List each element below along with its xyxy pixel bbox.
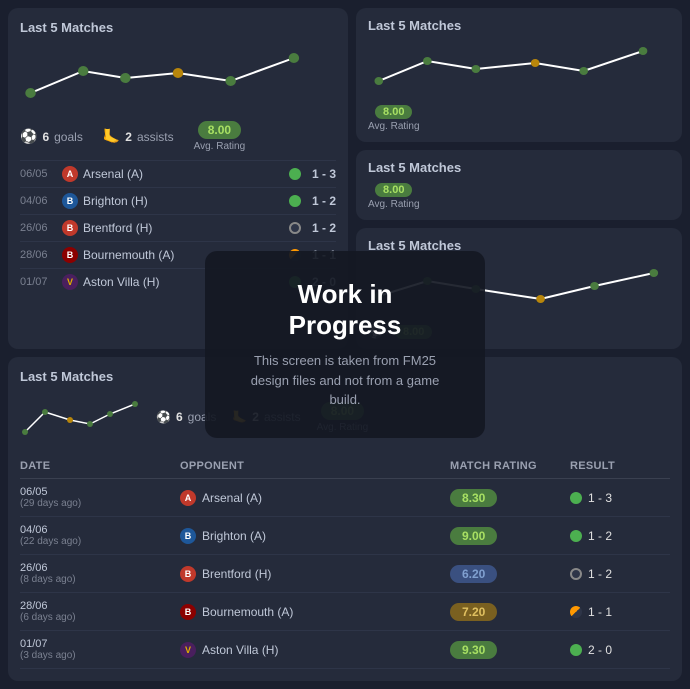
top-right-middle-card: Last 5 Matches 8.00 Avg. Rating bbox=[356, 150, 682, 220]
table-row: 06/05 (29 days ago) A Arsenal (A) 8.30 1… bbox=[20, 479, 670, 517]
brentford-badge: B bbox=[180, 566, 196, 582]
arsenal-badge: A bbox=[180, 490, 196, 506]
result-dot-win bbox=[289, 195, 301, 207]
top-left-title: Last 5 Matches bbox=[20, 20, 336, 35]
villa-badge: V bbox=[62, 274, 78, 290]
table-row: 04/06 (22 days ago) B Brighton (A) 9.00 … bbox=[20, 517, 670, 555]
table-row: 26/06 (8 days ago) B Brentford (H) 6.20 … bbox=[20, 555, 670, 593]
table-header: Date Opponent Match Rating Result bbox=[20, 454, 670, 479]
top-right-top-card: Last 5 Matches 8.00 Avg. Rating bbox=[356, 8, 682, 142]
assists-stat: 🦶 2 assists bbox=[103, 128, 174, 145]
top-right-area: Last 5 Matches 8.00 Avg. Rating Last 5 M… bbox=[356, 8, 682, 349]
avg-rating-stat: 8.00 Avg. Rating bbox=[194, 121, 246, 152]
top-right-chart-card: Last 5 Matches ⚽ 8.00 bbox=[356, 228, 682, 349]
boot-icon: 🦶 bbox=[103, 128, 120, 145]
bottom-stats-row: ⚽ 6 goals 🦶 2 assists 8.00 Avg. Rating bbox=[20, 392, 670, 442]
brighton-badge: B bbox=[62, 193, 78, 209]
top-left-stats: ⚽ 6 goals 🦶 2 assists 8.00 Avg. Rating bbox=[20, 121, 336, 152]
arsenal-badge: A bbox=[62, 166, 78, 182]
top-left-chart bbox=[20, 43, 336, 113]
result-dot bbox=[570, 644, 582, 656]
result-dot-loss bbox=[289, 222, 301, 234]
result-dot bbox=[570, 530, 582, 542]
match-row: 26/06 B Brentford (H) 1 - 2 bbox=[20, 214, 336, 241]
table-row: 01/07 (3 days ago) V Aston Villa (H) 9.3… bbox=[20, 631, 670, 669]
bournemouth-badge: B bbox=[62, 247, 78, 263]
result-dot-win bbox=[289, 276, 301, 288]
top-left-match-list: 06/05 A Arsenal (A) 1 - 3 04/06 B Bright… bbox=[20, 160, 336, 295]
bottom-card: Last 5 Matches ⚽ 6 goals 🦶 2 assist bbox=[8, 357, 682, 681]
goals-stat-sm: ⚽ bbox=[368, 325, 383, 339]
goals-stat: ⚽ 6 goals bbox=[20, 128, 83, 145]
ball-icon: ⚽ bbox=[20, 128, 37, 145]
match-row: 28/06 B Bournemouth (A) 1 - 1 bbox=[20, 241, 336, 268]
top-left-card: Last 5 Matches ⚽ 6 goals 🦶 2 bbox=[8, 8, 348, 349]
bottom-goals: ⚽ 6 goals bbox=[156, 410, 216, 424]
brentford-badge: B bbox=[62, 220, 78, 236]
avg-rating-sm: 8.00 bbox=[395, 325, 432, 339]
bottom-assists: 🦶 2 assists bbox=[232, 410, 300, 424]
bottom-avg: 8.00 Avg. Rating bbox=[317, 402, 369, 433]
bournemouth-badge: B bbox=[180, 604, 196, 620]
match-row: 04/06 B Brighton (H) 1 - 2 bbox=[20, 187, 336, 214]
brighton-badge: B bbox=[180, 528, 196, 544]
result-dot bbox=[570, 606, 582, 618]
result-dot bbox=[570, 492, 582, 504]
avg-rating-display: 8.00 Avg. Rating bbox=[368, 105, 420, 132]
match-row: 06/05 A Arsenal (A) 1 - 3 bbox=[20, 160, 336, 187]
result-dot bbox=[570, 568, 582, 580]
table-row: 28/06 (6 days ago) B Bournemouth (A) 7.2… bbox=[20, 593, 670, 631]
match-row: 01/07 V Aston Villa (H) 2 - 0 bbox=[20, 268, 336, 295]
villa-badge: V bbox=[180, 642, 196, 658]
avg-rating-display2: 8.00 Avg. Rating bbox=[368, 183, 420, 210]
result-dot-draw bbox=[289, 249, 301, 261]
result-dot-win bbox=[289, 168, 301, 180]
